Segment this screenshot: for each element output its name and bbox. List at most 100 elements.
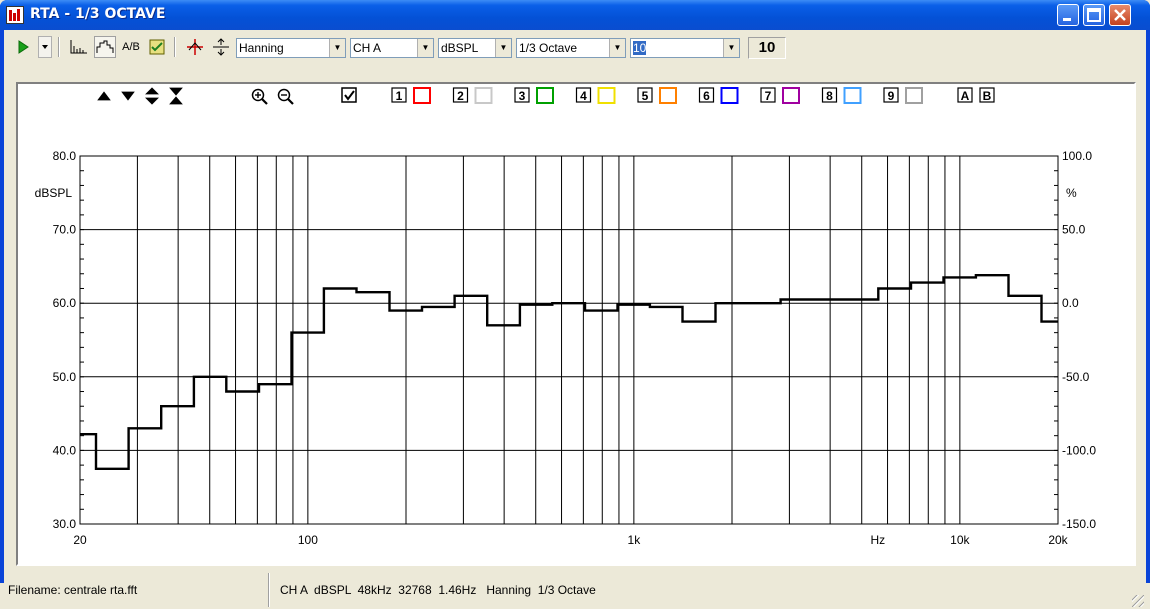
x-tick-label: 20k <box>1048 533 1068 547</box>
scroll-up-button[interactable] <box>97 91 111 101</box>
status-bar: Filename: centrale rta.fft CH A dBSPL 48… <box>4 571 1146 609</box>
memory-button-label: B <box>983 89 992 103</box>
zoom-out-handle <box>287 98 294 105</box>
dropdown-arrow-icon[interactable]: ▼ <box>495 39 511 57</box>
channel-color-swatch[interactable] <box>536 87 554 104</box>
y2-tick-label: 100.0 <box>1062 149 1092 163</box>
window-function-select[interactable]: Hanning ▼ <box>236 38 346 58</box>
y-tick-label: 70.0 <box>53 223 77 237</box>
channel-color-swatch[interactable] <box>413 87 431 104</box>
y-axis-label: dBSPL <box>35 186 73 200</box>
maximize-button[interactable] <box>1083 4 1105 26</box>
channel-button-label: 5 <box>642 89 649 103</box>
y-tick-label: 40.0 <box>53 443 77 457</box>
compress-range-button[interactable] <box>169 87 183 105</box>
channel-color-swatch[interactable] <box>659 87 677 104</box>
units-select[interactable]: dBSPL ▼ <box>438 38 512 58</box>
a-b-icon: A/B <box>122 41 140 53</box>
close-button[interactable] <box>1109 4 1131 26</box>
check-settings-icon <box>149 39 165 55</box>
cursor-cross-button[interactable] <box>184 36 206 58</box>
window-title: RTA - 1/3 OCTAVE <box>30 6 166 22</box>
y-tick-label: 60.0 <box>53 296 77 310</box>
y-tick-label: 80.0 <box>53 149 77 163</box>
memory-button-label: A <box>961 89 970 103</box>
resolution-value: 1/3 Octave <box>519 41 578 55</box>
x-tick-label: 20 <box>73 533 87 547</box>
channel-button-label: 2 <box>457 89 464 103</box>
run-options-dropdown[interactable] <box>38 36 52 58</box>
cursor-mid-icon <box>213 38 229 56</box>
dropdown-arrow-icon[interactable]: ▼ <box>609 39 625 57</box>
y2-tick-label: -150.0 <box>1062 517 1096 531</box>
status-info: CH A dBSPL 48kHz 32768 1.46Hz Hanning 1/… <box>280 583 596 597</box>
channel-select[interactable]: CH A ▼ <box>350 38 434 58</box>
channel-button-label: 1 <box>396 89 403 103</box>
run-button[interactable] <box>12 36 34 58</box>
close-icon <box>1114 9 1126 21</box>
dropdown-arrow-icon[interactable]: ▼ <box>329 39 345 57</box>
average-count: 10 <box>748 37 786 59</box>
resolution-select[interactable]: 1/3 Octave ▼ <box>516 38 626 58</box>
channel-value: CH A <box>353 41 382 55</box>
channel-button-label: 7 <box>765 89 772 103</box>
dropdown-arrow-icon <box>42 45 48 49</box>
ab-compare-button[interactable]: A/B <box>120 36 142 58</box>
cursor-mid-button[interactable] <box>210 36 232 58</box>
resize-grip[interactable] <box>1132 595 1144 607</box>
plot-frame <box>79 155 1059 525</box>
bar-graph-icon <box>70 40 87 54</box>
dropdown-arrow-icon[interactable]: ▼ <box>723 39 739 57</box>
title-bar[interactable]: RTA - 1/3 OCTAVE <box>0 0 1150 30</box>
channel-color-swatch[interactable] <box>474 87 493 104</box>
dropdown-arrow-icon[interactable]: ▼ <box>417 39 433 57</box>
y2-tick-label: 0.0 <box>1062 296 1079 310</box>
series-line[interactable] <box>80 274 1058 470</box>
y-tick-label: 30.0 <box>53 517 77 531</box>
average-select[interactable]: 10 ▼ <box>630 38 740 58</box>
expand-range-button[interactable] <box>145 87 159 105</box>
minimize-icon <box>1063 18 1071 21</box>
scroll-down-button[interactable] <box>121 91 135 101</box>
window-function-value: Hanning <box>239 41 284 55</box>
units-value: dBSPL <box>441 41 479 55</box>
client-area: A/B Hanning ▼ CH A ▼ dBSPL ▼ 1/3 Octave … <box>4 30 1146 609</box>
status-divider <box>268 573 270 607</box>
cursor-cross-icon <box>187 39 203 55</box>
show-all-checkbox[interactable] <box>341 87 357 103</box>
rta-chart[interactable]: 80.0 70.0 60.0 50.0 40.0 30.0 dBSPL 100.0 50.0 0.… <box>18 84 1134 564</box>
maximize-icon <box>1087 8 1101 22</box>
average-value: 10 <box>633 41 647 55</box>
channel-color-swatch[interactable] <box>905 87 923 104</box>
toolbar-separator <box>174 37 176 57</box>
toolbar-separator <box>58 37 60 57</box>
channel-color-swatch[interactable] <box>782 87 800 104</box>
line-graph-icon <box>96 40 114 53</box>
y2-tick-label: 50.0 <box>1062 223 1086 237</box>
channel-color-swatch[interactable] <box>720 87 739 104</box>
channel-button-label: 3 <box>519 89 526 103</box>
y2-tick-label: -50.0 <box>1062 370 1090 384</box>
channel-button-label: 9 <box>888 89 895 103</box>
zoom-in-handle <box>261 98 268 105</box>
y2-axis-label: % <box>1066 186 1077 200</box>
x-tick-label: 100 <box>298 533 318 547</box>
settings-check-button[interactable] <box>146 36 168 58</box>
x-unit-label: Hz <box>870 533 885 547</box>
channel-button-label: 8 <box>826 89 833 103</box>
graph-panel: 80.0 70.0 60.0 50.0 40.0 30.0 dBSPL 100.0 50.0 0.… <box>16 82 1136 566</box>
x-tick-label: 10k <box>950 533 970 547</box>
y-tick-label: 50.0 <box>53 370 77 384</box>
bar-graph-button[interactable] <box>68 36 90 58</box>
line-graph-button[interactable] <box>94 36 116 58</box>
channel-button-label: 4 <box>580 89 587 103</box>
rta-window: RTA - 1/3 OCTAVE A/B Hanning ▼ CH A ▼ dB… <box>0 0 1150 609</box>
y2-tick-label: -100.0 <box>1062 443 1096 457</box>
x-tick-label: 1k <box>628 533 642 547</box>
status-filename: Filename: centrale rta.fft <box>8 583 138 597</box>
minimize-button[interactable] <box>1057 4 1079 26</box>
channel-color-swatch[interactable] <box>597 87 616 104</box>
rta-app-icon[interactable] <box>6 6 24 24</box>
channel-color-swatch[interactable] <box>843 87 862 104</box>
toolbar: A/B Hanning ▼ CH A ▼ dBSPL ▼ 1/3 Octave … <box>4 32 1146 62</box>
